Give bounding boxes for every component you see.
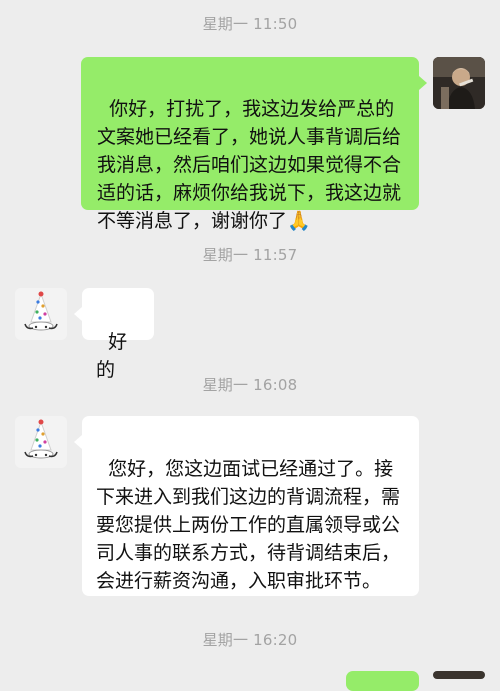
praying-hands-emoji-icon: 🙏 bbox=[287, 210, 311, 232]
my-avatar-partial[interactable] bbox=[433, 671, 485, 679]
my-message-bubble[interactable]: 你好，打扰了，我这边发给严总的文案她已经看了，她说人事背调后给我消息，然后咱们这… bbox=[81, 57, 419, 232]
their-bubble-tail bbox=[74, 307, 82, 321]
party-hat-icon bbox=[15, 416, 67, 468]
their-message-bubble[interactable]: 您好，您这边面试已经通过了。接下来进入到我们这边的背调流程，需要您提供上两份工作… bbox=[82, 416, 419, 596]
my-message-bubble-partial[interactable] bbox=[346, 671, 419, 691]
their-message-bubble[interactable]: 好的 bbox=[82, 288, 154, 381]
party-hat-icon bbox=[15, 288, 67, 340]
message-text: 您好，您这边面试已经通过了。接下来进入到我们这边的背调流程，需要您提供上两份工作… bbox=[96, 458, 401, 592]
contact-avatar[interactable] bbox=[15, 288, 67, 340]
contact-avatar[interactable] bbox=[15, 416, 67, 468]
my-avatar[interactable] bbox=[433, 57, 485, 109]
my-bubble-tail bbox=[419, 76, 427, 90]
timestamp-2: 星期一 11:57 bbox=[202, 246, 298, 264]
timestamp-4: 星期一 16:20 bbox=[202, 631, 298, 649]
timestamp-3: 星期一 16:08 bbox=[202, 376, 298, 394]
message-text: 你好，打扰了，我这边发给严总的文案她已经看了，她说人事背调后给我消息，然后咱们这… bbox=[97, 98, 402, 232]
person-photo-icon bbox=[433, 57, 485, 109]
timestamp-1: 星期一 11:50 bbox=[202, 15, 298, 33]
their-bubble-tail bbox=[74, 435, 82, 449]
